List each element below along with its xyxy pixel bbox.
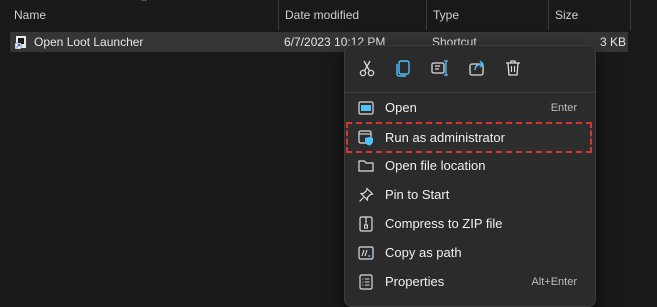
menu-item-label: Pin to Start bbox=[385, 187, 450, 202]
menu-item-open-file-location[interactable]: Open file location bbox=[349, 152, 591, 180]
menu-item-label: Run as administrator bbox=[385, 130, 505, 145]
context-menu: Open Enter Run as administrator Open fil… bbox=[344, 45, 596, 307]
open-icon bbox=[358, 101, 374, 115]
menu-separator bbox=[345, 92, 595, 93]
menu-item-label: Copy as path bbox=[385, 245, 462, 260]
file-name: Open Loot Launcher bbox=[34, 35, 144, 49]
menu-item-label: Properties bbox=[385, 274, 445, 289]
menu-item-label: Open file location bbox=[385, 158, 486, 173]
menu-item-compress-zip[interactable]: Compress to ZIP file bbox=[349, 210, 591, 238]
menu-item-label: Compress to ZIP file bbox=[385, 216, 503, 231]
menu-item-pin-to-start[interactable]: Pin to Start bbox=[349, 181, 591, 209]
folder-icon bbox=[358, 160, 374, 172]
menu-item-shortcut: Alt+Enter bbox=[531, 276, 577, 288]
column-size[interactable]: Size bbox=[548, 0, 630, 30]
menu-item-label: Open bbox=[385, 100, 417, 115]
pin-icon bbox=[359, 187, 374, 202]
column-type[interactable]: Type bbox=[426, 0, 548, 30]
menu-item-properties[interactable]: Properties Alt+Enter bbox=[349, 268, 591, 296]
shortcut-icon bbox=[15, 36, 26, 49]
copy-icon[interactable] bbox=[393, 58, 413, 78]
column-date-modified[interactable]: Date modified bbox=[278, 0, 426, 30]
file-size: 3 KB bbox=[599, 35, 626, 49]
quick-actions-bar bbox=[345, 46, 595, 90]
rename-icon[interactable] bbox=[430, 58, 450, 78]
column-empty bbox=[630, 0, 657, 30]
copy-path-icon bbox=[358, 246, 374, 260]
cut-icon[interactable] bbox=[357, 58, 377, 78]
column-header: ⌃ Name Date modified Type Size bbox=[0, 0, 657, 30]
admin-shield-icon bbox=[358, 130, 373, 146]
menu-item-run-as-administrator[interactable]: Run as administrator bbox=[346, 122, 592, 153]
menu-item-shortcut: Enter bbox=[550, 102, 577, 114]
menu-item-open[interactable]: Open Enter bbox=[349, 94, 591, 122]
delete-icon[interactable] bbox=[503, 58, 523, 78]
menu-item-copy-as-path[interactable]: Copy as path bbox=[349, 239, 591, 267]
column-name[interactable]: Name bbox=[8, 0, 278, 30]
properties-icon bbox=[359, 274, 373, 290]
zip-icon bbox=[359, 216, 373, 232]
share-icon[interactable] bbox=[467, 58, 487, 78]
